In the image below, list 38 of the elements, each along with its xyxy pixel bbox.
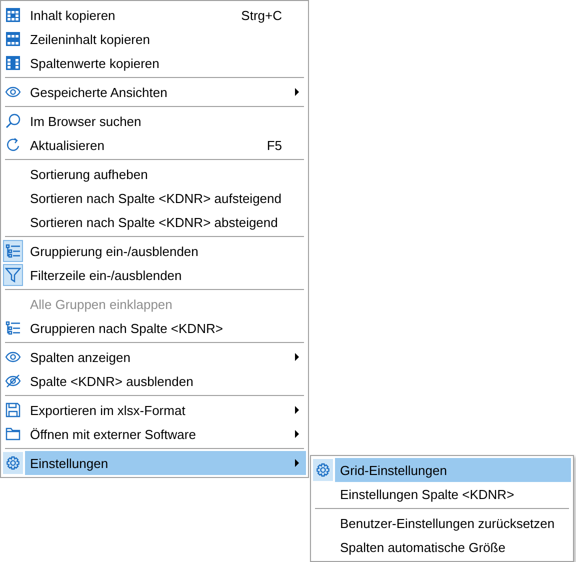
- menu-item[interactable]: Sortieren nach Spalte <KDNR> absteigend: [25, 210, 282, 234]
- table-icon: [5, 31, 21, 47]
- menu-item[interactable]: Einstellungen Spalte <KDNR>: [335, 482, 547, 506]
- menu-item[interactable]: Inhalt kopieren: [25, 3, 222, 27]
- menu-item[interactable]: Benutzer-Einstellungen zurücksetzen: [335, 511, 555, 535]
- eye-icon: [5, 84, 21, 100]
- menu-item[interactable]: Zeileninhalt kopieren: [25, 27, 282, 51]
- menu-item[interactable]: Öffnen mit externer Software: [25, 422, 282, 446]
- menu-item[interactable]: Gruppieren nach Spalte <KDNR>: [25, 316, 282, 340]
- menu-item[interactable]: Im Browser suchen: [25, 109, 282, 133]
- shortcut-label: Strg+C: [240, 8, 282, 22]
- table-icon: [5, 55, 21, 71]
- menu-item[interactable]: Spaltenwerte kopieren: [25, 51, 282, 75]
- menu-item[interactable]: Spalten anzeigen: [25, 345, 282, 369]
- folder-icon: [5, 426, 21, 442]
- filter-icon: [5, 267, 21, 283]
- group-icon: [5, 243, 21, 259]
- menu-item[interactable]: Sortierung aufheben: [25, 162, 282, 186]
- menu-item[interactable]: Einstellungen: [25, 451, 306, 475]
- refresh-icon: [5, 137, 21, 153]
- menu-item[interactable]: Filterzeile ein-/ausblenden: [25, 263, 282, 287]
- menu-item[interactable]: Grid-Einstellungen: [335, 458, 571, 482]
- group-icon: [5, 320, 21, 336]
- gear-icon: [315, 462, 331, 478]
- menu-item[interactable]: Sortieren nach Spalte <KDNR> aufsteigend: [25, 186, 282, 210]
- table-icon: [5, 7, 21, 23]
- menu-item[interactable]: Gruppierung ein-/ausblenden: [25, 239, 282, 263]
- eye-icon: [5, 349, 21, 365]
- gear-icon: [5, 455, 21, 471]
- menu-item[interactable]: Aktualisieren: [25, 133, 247, 157]
- hidden-eye-icon: [5, 373, 21, 389]
- menu-item[interactable]: Spalte <KDNR> ausblenden: [25, 369, 282, 393]
- menu-item[interactable]: Spalten automatische Größe: [335, 535, 547, 559]
- shortcut-label: F5: [266, 138, 282, 152]
- search-icon: [5, 113, 21, 129]
- menu-item[interactable]: Exportieren im xlsx-Format: [25, 398, 282, 422]
- menu-item[interactable]: Gespeicherte Ansichten: [25, 80, 282, 104]
- save-icon: [5, 402, 21, 418]
